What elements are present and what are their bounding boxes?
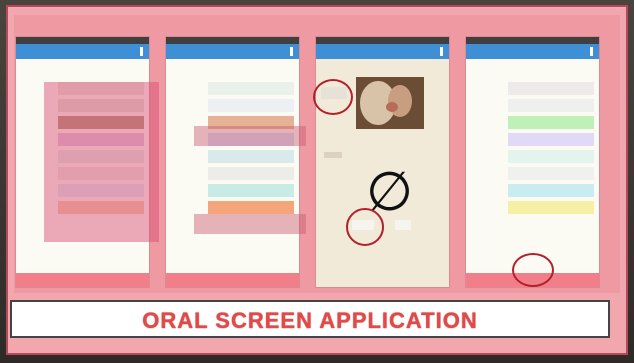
menu-icon[interactable] xyxy=(290,47,293,56)
row-highlight xyxy=(194,214,306,234)
status-bar xyxy=(16,37,149,44)
app-bar xyxy=(466,44,599,59)
menu-icon[interactable] xyxy=(440,47,443,56)
phone-screen-2 xyxy=(166,37,299,287)
app-bar xyxy=(16,44,149,59)
app-bar xyxy=(316,44,449,59)
list-item[interactable] xyxy=(208,150,294,163)
face-photo-icon xyxy=(356,77,424,129)
row-highlight xyxy=(194,126,306,146)
list-heading xyxy=(16,68,149,76)
bottom-button[interactable] xyxy=(16,273,149,287)
list-item[interactable] xyxy=(208,167,294,180)
title-banner: ORAL SCREEN APPLICATION xyxy=(10,300,610,338)
list-item[interactable] xyxy=(508,167,594,180)
circle-annotation xyxy=(346,208,384,246)
list-heading xyxy=(166,68,299,76)
list-heading xyxy=(466,68,599,76)
list-item[interactable] xyxy=(508,133,594,146)
circle-annotation xyxy=(512,253,554,287)
list-item[interactable] xyxy=(208,201,294,214)
status-bar xyxy=(316,37,449,44)
list-item[interactable] xyxy=(508,150,594,163)
bottom-button[interactable] xyxy=(166,273,299,287)
list-item[interactable] xyxy=(508,116,594,129)
list-item[interactable] xyxy=(208,82,294,95)
list-item[interactable] xyxy=(508,99,594,112)
status-bar xyxy=(166,37,299,44)
app-bar xyxy=(166,44,299,59)
list-item[interactable] xyxy=(508,82,594,95)
list-item[interactable] xyxy=(208,184,294,197)
circle-annotation xyxy=(313,79,353,115)
small-button-right[interactable] xyxy=(395,220,411,230)
menu-icon[interactable] xyxy=(590,47,593,56)
menu-icon[interactable] xyxy=(140,47,143,56)
list-item[interactable] xyxy=(208,99,294,112)
status-bar xyxy=(466,37,599,44)
phone-screen-3: ∅ xyxy=(316,37,449,287)
poster-title: ORAL SCREEN APPLICATION xyxy=(142,308,478,333)
label-placeholder xyxy=(324,152,342,158)
list-item[interactable] xyxy=(508,184,594,197)
phone-screen-4 xyxy=(466,37,599,287)
selection-highlight xyxy=(44,82,159,242)
list-item[interactable] xyxy=(508,201,594,214)
